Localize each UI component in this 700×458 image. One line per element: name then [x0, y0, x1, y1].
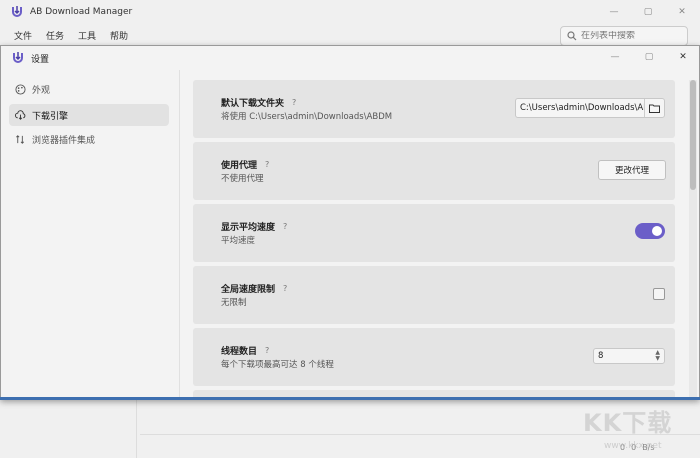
settings-content: 默认下载文件夹 ? 将使用 C:\Users\admin\Downloads\A…	[193, 80, 675, 400]
sidebar-item-appearance[interactable]: 外观	[9, 78, 169, 100]
help-icon[interactable]: ?	[283, 284, 287, 293]
sidebar-item-label: 下载引擎	[32, 111, 69, 122]
menu-file[interactable]: 文件	[14, 28, 32, 46]
setting-title: 全局速度限制 ?	[221, 282, 287, 295]
browse-folder-button[interactable]	[644, 99, 664, 117]
setting-title: 线程数目 ?	[221, 344, 269, 357]
help-icon[interactable]: ?	[265, 160, 269, 169]
help-icon[interactable]: ?	[265, 346, 269, 355]
dialog-titlebar: 设置 — ▢ ✕	[1, 46, 699, 70]
download-folder-input[interactable]	[516, 103, 644, 113]
toggle-knob	[652, 226, 662, 236]
setting-row-average-speed: 显示平均速度 ? 平均速度	[193, 204, 675, 262]
setting-title-text: 显示平均速度	[221, 223, 276, 233]
setting-row-download-folder: 默认下载文件夹 ? 将使用 C:\Users\admin\Downloads\A…	[193, 80, 675, 138]
sidebar-item-label: 浏览器插件集成	[32, 135, 96, 146]
speed-limit-checkbox[interactable]	[653, 288, 665, 300]
minimize-button[interactable]: —	[604, 5, 624, 19]
setting-desc: 无限制	[221, 298, 247, 308]
dialog-maximize-button[interactable]: ▢	[639, 50, 659, 64]
setting-title: 默认下载文件夹 ?	[221, 96, 296, 109]
spinner-arrows-icon[interactable]: ▲ ▼	[655, 350, 660, 362]
app-logo-icon	[12, 6, 22, 17]
setting-desc: 每个下载项最高可达 8 个线程	[221, 360, 334, 370]
main-window-title: AB Download Manager	[30, 7, 133, 17]
app-logo-icon	[13, 52, 23, 63]
setting-title-text: 线程数目	[221, 347, 258, 357]
watermark-logo: KK下载	[583, 409, 673, 437]
sidebar-divider	[179, 70, 180, 400]
sidebar-item-download-engine[interactable]: 下载引擎	[9, 104, 169, 126]
sidebar-item-browser-integration[interactable]: 浏览器插件集成	[9, 128, 169, 150]
dialog-minimize-button[interactable]: —	[605, 50, 625, 64]
setting-title: 使用代理 ?	[221, 158, 269, 171]
menubar: 文件 任务 工具 帮助	[0, 28, 128, 46]
pane-divider	[136, 400, 137, 458]
watermark-url: www.kkx.net	[604, 441, 662, 451]
palette-icon	[15, 83, 26, 95]
search-box[interactable]	[560, 26, 688, 46]
setting-desc: 不使用代理	[221, 174, 264, 184]
settings-dialog: 设置 — ▢ ✕ 外观 下载引擎 浏览器插件集成 默认下载文件夹 ? 将使用 C…	[0, 45, 700, 400]
setting-desc: 将使用 C:\Users\admin\Downloads\ABDM	[221, 112, 393, 122]
average-speed-toggle[interactable]	[635, 223, 665, 239]
folder-icon	[649, 104, 660, 113]
settings-sidebar: 外观 下载引擎 浏览器插件集成	[1, 70, 179, 400]
dialog-bottom-edge	[0, 397, 700, 400]
download-folder-field[interactable]	[515, 98, 665, 118]
main-titlebar: AB Download Manager — ▢ ✕	[0, 0, 700, 26]
thread-count-spinner[interactable]: 8 ▲ ▼	[593, 348, 665, 364]
search-icon	[567, 31, 577, 41]
swap-icon	[16, 134, 25, 144]
menu-tools[interactable]: 工具	[78, 28, 96, 46]
close-button[interactable]: ✕	[672, 5, 692, 19]
setting-row-proxy: 使用代理 ? 不使用代理 更改代理	[193, 142, 675, 200]
setting-row-speed-limit: 全局速度限制 ? 无限制	[193, 266, 675, 324]
help-icon[interactable]: ?	[292, 98, 296, 107]
setting-title-text: 默认下载文件夹	[221, 99, 285, 109]
help-icon[interactable]: ?	[283, 222, 287, 231]
sidebar-item-label: 外观	[32, 85, 51, 96]
setting-desc: 平均速度	[221, 236, 256, 246]
scrollbar-thumb[interactable]	[690, 80, 696, 190]
menu-tasks[interactable]: 任务	[46, 28, 64, 46]
search-input[interactable]	[581, 31, 681, 41]
dialog-title: 设置	[31, 55, 50, 65]
cloud-download-icon	[15, 109, 26, 120]
setting-title: 显示平均速度 ?	[221, 220, 287, 233]
change-proxy-button[interactable]: 更改代理	[598, 160, 666, 180]
setting-row-thread-count: 线程数目 ? 每个下载项最高可达 8 个线程 8 ▲ ▼	[193, 328, 675, 386]
setting-title-text: 全局速度限制	[221, 285, 276, 295]
menu-help[interactable]: 帮助	[110, 28, 128, 46]
maximize-button[interactable]: ▢	[638, 5, 658, 19]
thread-count-value: 8	[598, 351, 604, 361]
setting-title-text: 使用代理	[221, 161, 258, 171]
settings-scrollbar[interactable]	[689, 80, 697, 400]
dialog-close-button[interactable]: ✕	[673, 50, 693, 64]
